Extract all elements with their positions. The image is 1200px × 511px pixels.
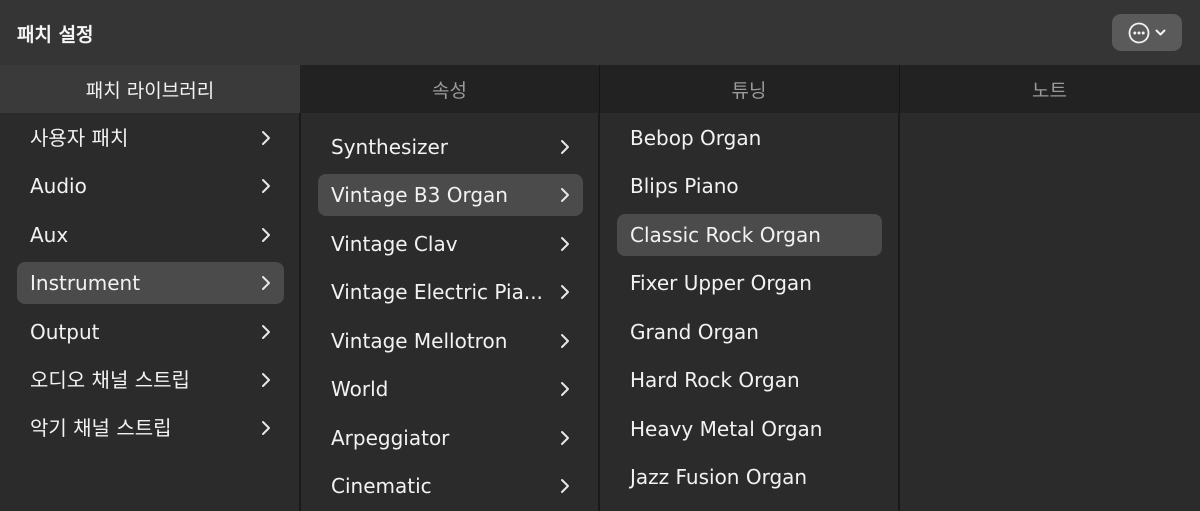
tab-tuning[interactable]: 튜닝 xyxy=(599,65,899,113)
patch-column: Bebop Organ Blips Piano Classic Rock Org… xyxy=(600,113,898,511)
patch-item[interactable]: Blips Piano xyxy=(617,165,882,207)
library-item-label: 오디오 채널 스트립 xyxy=(30,368,190,392)
patch-item-label: Jazz Fusion Organ xyxy=(630,465,808,489)
category-item-label: Synthesizer xyxy=(331,135,449,159)
title-bar: 패치 설정 xyxy=(0,0,1200,65)
category-item-vintage-electric-piano[interactable]: Vintage Electric Pia... xyxy=(318,271,583,313)
chevron-right-icon xyxy=(262,276,270,290)
chevron-right-icon xyxy=(561,431,569,445)
category-item-synthesizer[interactable]: Synthesizer xyxy=(318,126,583,168)
category-item-label: Vintage Mellotron xyxy=(331,329,508,353)
patch-item-label: Grand Organ xyxy=(630,320,759,344)
library-item-label: Instrument xyxy=(30,271,141,295)
library-item-label: 사용자 패치 xyxy=(30,126,129,150)
chevron-right-icon xyxy=(561,188,569,202)
patch-item-label: Blips Piano xyxy=(630,174,739,198)
patch-item[interactable]: Grand Organ xyxy=(617,311,882,353)
category-item-label: Arpeggiator xyxy=(331,426,450,450)
chevron-down-icon xyxy=(1155,29,1166,37)
chevron-right-icon xyxy=(262,373,270,387)
patch-item-label: Classic Rock Organ xyxy=(630,223,821,247)
library-item-output[interactable]: Output xyxy=(17,311,284,353)
patch-item-label: Fixer Upper Organ xyxy=(630,271,812,295)
patch-item[interactable]: Heavy Metal Organ xyxy=(617,408,882,450)
chevron-right-icon xyxy=(561,382,569,396)
library-item-user-patch[interactable]: 사용자 패치 xyxy=(17,117,284,159)
more-options-button[interactable] xyxy=(1112,14,1182,51)
category-item-vintage-mellotron[interactable]: Vintage Mellotron xyxy=(318,320,583,362)
library-item-label: Aux xyxy=(30,223,69,247)
library-item-instrument-channel-strip[interactable]: 악기 채널 스트립 xyxy=(17,407,284,449)
chevron-right-icon xyxy=(561,479,569,493)
category-item-vintage-clav[interactable]: Vintage Clav xyxy=(318,223,583,265)
library-item-label: Audio xyxy=(30,174,87,198)
library-item-label: 악기 채널 스트립 xyxy=(30,416,172,440)
category-item-label: Cinematic xyxy=(331,474,432,498)
library-item-instrument[interactable]: Instrument xyxy=(17,262,284,304)
patch-item[interactable]: Bebop Organ xyxy=(617,117,882,159)
library-item-audio[interactable]: Audio xyxy=(17,165,284,207)
tab-attributes[interactable]: 속성 xyxy=(300,65,599,113)
category-item-cinematic[interactable]: Cinematic xyxy=(318,465,583,507)
patch-item-label: Heavy Metal Organ xyxy=(630,417,823,441)
tab-divider xyxy=(899,65,900,113)
chevron-right-icon xyxy=(561,334,569,348)
category-item-arpeggiator[interactable]: Arpeggiator xyxy=(318,417,583,459)
library-item-label: Output xyxy=(30,320,100,344)
chevron-right-icon xyxy=(561,285,569,299)
ellipsis-circle-icon xyxy=(1128,22,1150,44)
category-item-label: Vintage Electric Pia... xyxy=(331,280,543,304)
library-item-audio-channel-strip[interactable]: 오디오 채널 스트립 xyxy=(17,359,284,401)
chevron-right-icon xyxy=(262,179,270,193)
library-item-aux[interactable]: Aux xyxy=(17,214,284,256)
category-item-world[interactable]: World xyxy=(318,368,583,410)
window-title: 패치 설정 xyxy=(17,24,94,46)
patch-item[interactable]: Jazz Fusion Organ xyxy=(617,456,882,498)
patch-item-selected[interactable]: Classic Rock Organ xyxy=(617,214,882,256)
chevron-right-icon xyxy=(262,228,270,242)
category-item-vintage-b3-organ[interactable]: Vintage B3 Organ xyxy=(318,174,583,216)
chevron-right-icon xyxy=(561,237,569,251)
tab-notes[interactable]: 노트 xyxy=(899,65,1200,113)
empty-column xyxy=(900,113,1200,511)
patch-item[interactable]: Hard Rock Organ xyxy=(617,359,882,401)
library-column: 사용자 패치 Audio Aux Instrument Output 오디오 채… xyxy=(0,113,299,511)
category-column: Synthesizer Vintage B3 Organ Vintage Cla… xyxy=(301,113,599,511)
category-item-label: Vintage Clav xyxy=(331,232,458,256)
tab-divider xyxy=(599,65,600,113)
category-item-label: World xyxy=(331,377,389,401)
chevron-right-icon xyxy=(561,140,569,154)
tab-bar: 패치 라이브러리 속성 튜닝 노트 xyxy=(0,65,1200,113)
patch-item[interactable]: Fixer Upper Organ xyxy=(617,262,882,304)
category-item-label: Vintage B3 Organ xyxy=(331,183,508,207)
chevron-right-icon xyxy=(262,325,270,339)
patch-item-label: Hard Rock Organ xyxy=(630,368,800,392)
chevron-right-icon xyxy=(262,421,270,435)
tab-patch-library[interactable]: 패치 라이브러리 xyxy=(0,65,300,113)
chevron-right-icon xyxy=(262,131,270,145)
patch-item-label: Bebop Organ xyxy=(630,126,762,150)
